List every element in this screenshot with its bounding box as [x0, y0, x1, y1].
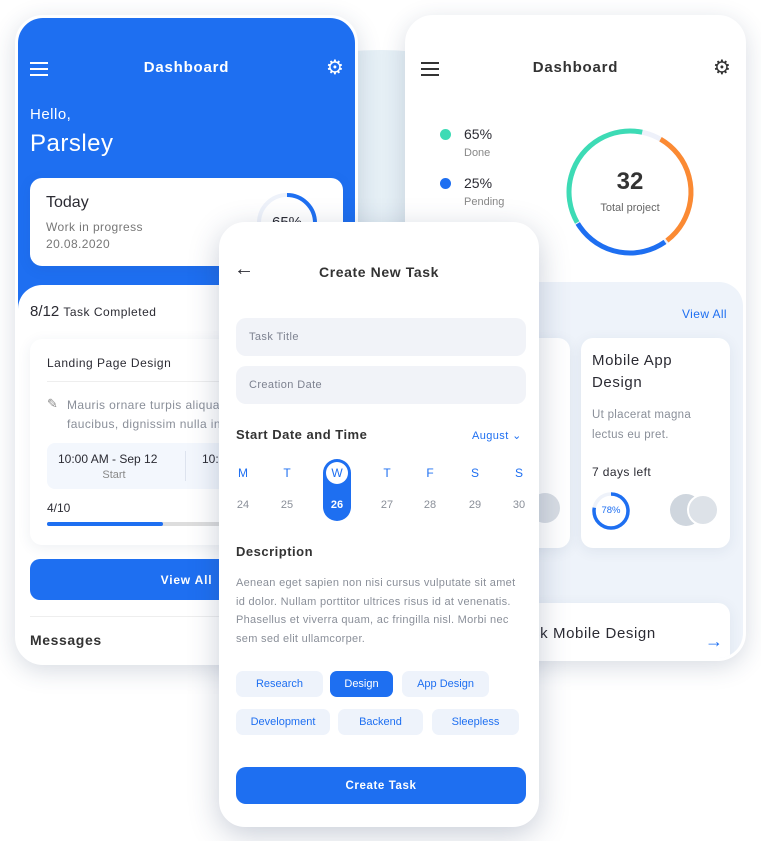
task-desc-line1: Mauris ornare turpis aliquam — [67, 398, 231, 412]
gear-icon[interactable]: ⚙ — [326, 58, 344, 78]
tag-research[interactable]: Research — [236, 671, 323, 697]
day-number: 29 — [468, 499, 482, 511]
weekday-letter: T — [283, 466, 291, 480]
weekday-letter: S — [514, 466, 523, 480]
days-left: 7 days left — [592, 465, 652, 479]
day-30[interactable]: S 30 — [505, 459, 533, 521]
day-number: 27 — [380, 499, 394, 511]
start-time: 10:00 AM - Sep 12 — [58, 452, 158, 466]
task-count: 8/12 Task Completed — [30, 303, 157, 320]
tag-sleepless[interactable]: Sleepless — [432, 709, 519, 735]
tag-backend[interactable]: Backend — [338, 709, 423, 735]
time-divider — [185, 451, 186, 481]
project-percent: 78% — [601, 505, 621, 516]
task-title-input[interactable]: Task Title — [236, 318, 526, 356]
today-title: Today — [46, 194, 89, 211]
day-26[interactable]: W 26 — [323, 459, 351, 521]
day-24[interactable]: M 24 — [229, 459, 257, 521]
chevron-down-icon: ⌄ — [512, 430, 522, 442]
avatar — [687, 494, 719, 526]
page-title: Create New Task — [318, 264, 439, 280]
day-27[interactable]: T 27 — [373, 459, 401, 521]
day-number: 26 — [330, 499, 344, 511]
day-28[interactable]: F 28 — [416, 459, 444, 521]
date-label: Start Date and Time — [236, 427, 368, 442]
pending-dot — [440, 178, 451, 189]
day-number: 25 — [280, 499, 294, 511]
arrow-right-icon[interactable]: → — [705, 631, 723, 652]
edit-icon[interactable]: ✎ — [47, 396, 58, 412]
today-status: Work in progress — [46, 220, 143, 234]
project-card[interactable]: Mobile App Design Ut placerat magna lect… — [581, 338, 730, 548]
bottom-card-title: ck Mobile Design — [532, 625, 656, 642]
weekday-letter: T — [383, 466, 391, 480]
tag-development[interactable]: Development — [236, 709, 330, 735]
weekday-letter: S — [470, 466, 479, 480]
view-all-link[interactable]: View All — [682, 307, 727, 321]
description-label: Description — [236, 544, 314, 559]
description-text[interactable]: Aenean eget sapien non nisi cursus vulpu… — [236, 574, 521, 648]
day-number: 28 — [423, 499, 437, 511]
total-label: Total project — [600, 202, 660, 214]
day-number: 30 — [512, 499, 526, 511]
start-label: Start — [102, 469, 126, 481]
creation-date-input[interactable]: Creation Date — [236, 366, 526, 404]
weekday-letter: W — [326, 462, 348, 484]
tag-app-design[interactable]: App Design — [402, 671, 489, 697]
task-desc-line2: faucibus, dignissim nulla in — [67, 417, 221, 431]
day-25[interactable]: T 25 — [273, 459, 301, 521]
greeting: Hello, — [30, 106, 72, 123]
progress-label: 4/10 — [47, 501, 71, 515]
total-projects: 32 — [616, 168, 644, 195]
project-desc: Ut placerat magna lectus eu pret. — [592, 409, 692, 441]
done-dot — [440, 129, 451, 140]
day-number: 24 — [236, 499, 250, 511]
tag-design[interactable]: Design — [330, 671, 393, 697]
user-name: Parsley — [30, 130, 114, 157]
end-time: 10: — [202, 452, 219, 466]
page-title: Dashboard — [532, 59, 619, 76]
today-date: 20.08.2020 — [46, 237, 111, 251]
gear-icon[interactable]: ⚙ — [713, 58, 731, 78]
page-title: Dashboard — [143, 59, 230, 76]
weekday-letter: M — [238, 466, 248, 480]
create-task-button[interactable]: Create Task — [236, 767, 526, 804]
month-select[interactable]: August ⌄ — [472, 429, 522, 442]
weekday-letter: F — [426, 466, 434, 480]
day-29[interactable]: S 29 — [461, 459, 489, 521]
create-task-phone: ← Create New Task Task Title Creation Da… — [219, 222, 539, 827]
month-value: August — [472, 430, 509, 442]
messages-heading: Messages — [30, 632, 102, 648]
task-title: Landing Page Design — [47, 356, 172, 370]
project-title: Mobile App Design — [592, 352, 673, 391]
